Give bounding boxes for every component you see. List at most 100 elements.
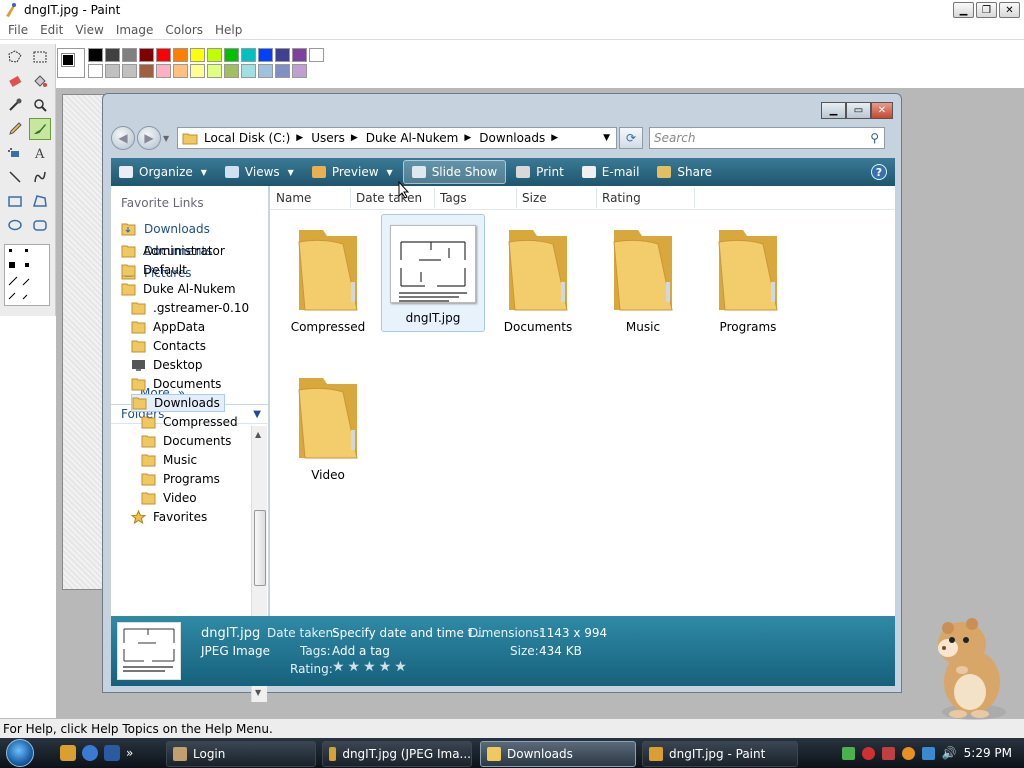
paint-canvas[interactable] xyxy=(62,94,104,590)
color-swatch[interactable] xyxy=(173,48,188,62)
color-swatch[interactable] xyxy=(258,48,273,62)
col-tags[interactable]: Tags xyxy=(440,191,467,205)
back-button[interactable]: ◀ xyxy=(111,126,135,150)
curve-tool-icon[interactable] xyxy=(29,166,51,188)
tree-downloads[interactable]: Downloads xyxy=(131,394,225,412)
tags-value[interactable]: Add a tag xyxy=(332,644,390,658)
breadcrumb-duke[interactable]: Duke Al-Nukem xyxy=(366,131,459,145)
tree-contacts[interactable]: Contacts xyxy=(131,337,206,355)
color-swatch[interactable] xyxy=(139,48,154,62)
color-swatch[interactable] xyxy=(258,64,273,78)
breadcrumb-separator-icon[interactable]: ▶ xyxy=(464,133,471,143)
color-swatches[interactable] xyxy=(88,48,325,82)
breadcrumb-separator-icon[interactable]: ▶ xyxy=(551,133,558,143)
search-tray-icon[interactable] xyxy=(901,746,915,760)
task-paint[interactable]: dngIT.jpg - Paint xyxy=(642,741,798,767)
color-swatch[interactable] xyxy=(122,64,137,78)
paint-quicklaunch-icon[interactable] xyxy=(60,745,76,761)
scroll-up-icon[interactable]: ▲ xyxy=(255,430,261,439)
color-swatch[interactable] xyxy=(224,48,239,62)
slideshow-button[interactable]: Slide Show xyxy=(402,160,507,184)
views-button[interactable]: Views ▼ xyxy=(217,160,302,184)
fill-bucket-icon[interactable] xyxy=(29,70,51,92)
file-item-compressed[interactable]: Compressed xyxy=(276,214,380,334)
search-input[interactable]: Search ⚲ xyxy=(649,127,885,149)
tree-video[interactable]: Video xyxy=(141,489,197,507)
color-swatch[interactable] xyxy=(105,48,120,62)
tree-administrator[interactable]: Administrator xyxy=(121,242,225,260)
airbrush-icon[interactable] xyxy=(4,142,26,164)
menu-file[interactable]: File xyxy=(8,23,28,37)
address-bar[interactable]: Local Disk (C:) ▶ Users ▶ Duke Al-Nukem ▶ D… xyxy=(177,127,617,149)
tree-compressed[interactable]: Compressed xyxy=(141,413,238,431)
tree-duke-al-nukem[interactable]: Duke Al-Nukem xyxy=(121,280,236,298)
clock[interactable]: 5:29 PM xyxy=(964,746,1012,760)
security-tray-icon[interactable] xyxy=(861,746,875,760)
color-swatch[interactable] xyxy=(292,48,307,62)
color-swatch[interactable] xyxy=(173,64,188,78)
color-swatch[interactable] xyxy=(241,48,256,62)
color-swatch[interactable] xyxy=(207,64,222,78)
task-login[interactable]: Login xyxy=(166,741,316,767)
explorer-close-button[interactable]: ✕ xyxy=(871,102,893,119)
network-tray-icon[interactable] xyxy=(841,746,855,760)
col-name[interactable]: Name xyxy=(276,191,311,205)
breadcrumb-local-disk[interactable]: Local Disk (C:) xyxy=(204,131,290,145)
explorer-minimize-button[interactable]: ▁ xyxy=(821,102,846,119)
share-button[interactable]: Share xyxy=(649,160,720,184)
fav-link-downloads[interactable]: Downloads xyxy=(121,220,210,238)
ellipse-tool-icon[interactable] xyxy=(4,214,26,236)
tree-programs[interactable]: Programs xyxy=(141,470,220,488)
menu-view[interactable]: View xyxy=(75,23,103,37)
paint-close-button[interactable]: ✕ xyxy=(999,2,1020,18)
polygon-tool-icon[interactable] xyxy=(29,190,51,212)
tree-appdata[interactable]: AppData xyxy=(131,318,205,336)
tree-default[interactable]: Default xyxy=(121,261,187,279)
rating-stars[interactable]: ★★★★★ xyxy=(332,659,410,675)
color-swatch[interactable] xyxy=(309,48,324,62)
tree-music[interactable]: Music xyxy=(141,451,197,469)
breadcrumb-separator-icon[interactable]: ▶ xyxy=(296,133,303,143)
rectangle-tool-icon[interactable] xyxy=(4,190,26,212)
magnifier-icon[interactable] xyxy=(29,94,51,116)
color-swatch[interactable] xyxy=(190,64,205,78)
tree-gstreamer[interactable]: .gstreamer-0.10 xyxy=(131,299,249,317)
color-swatch[interactable] xyxy=(122,48,137,62)
menu-colors[interactable]: Colors xyxy=(165,23,203,37)
address-dropdown-icon[interactable]: ▼ xyxy=(603,133,610,143)
text-tool-icon[interactable]: A xyxy=(29,142,51,164)
color-swatch[interactable] xyxy=(224,64,239,78)
help-icon[interactable]: ? xyxy=(871,164,887,180)
color-swatch[interactable] xyxy=(139,64,154,78)
rounded-rect-tool-icon[interactable] xyxy=(29,214,51,236)
color-swatch[interactable] xyxy=(207,48,222,62)
alert-tray-icon[interactable] xyxy=(881,746,895,760)
desktop-quicklaunch-icon[interactable] xyxy=(104,745,120,761)
forward-button[interactable]: ▶ xyxy=(137,126,161,150)
file-item-documents[interactable]: Documents xyxy=(486,214,590,334)
color-picker-icon[interactable] xyxy=(4,94,26,116)
date-taken-value[interactable]: Specify date and time t... xyxy=(332,626,484,640)
color-swatch[interactable] xyxy=(88,48,103,62)
volume-icon[interactable]: 🔊 xyxy=(942,746,957,760)
breadcrumb-users[interactable]: Users xyxy=(311,131,345,145)
paint-maximize-button[interactable]: ❐ xyxy=(976,2,997,18)
file-item-video[interactable]: Video xyxy=(276,362,380,482)
color-swatch[interactable] xyxy=(156,48,171,62)
color-swatch[interactable] xyxy=(156,64,171,78)
task-downloads[interactable]: Downloads xyxy=(480,741,636,767)
col-rating[interactable]: Rating xyxy=(602,191,641,205)
col-size[interactable]: Size xyxy=(522,191,547,205)
menu-help[interactable]: Help xyxy=(215,23,242,37)
menu-image[interactable]: Image xyxy=(116,23,154,37)
start-button[interactable] xyxy=(0,738,40,768)
col-date-taken[interactable]: Date taken xyxy=(356,191,422,205)
menu-edit[interactable]: Edit xyxy=(40,23,63,37)
connection-tray-icon[interactable] xyxy=(921,746,935,760)
color-swatch[interactable] xyxy=(241,64,256,78)
tree-sub-documents[interactable]: Documents xyxy=(141,432,231,450)
paint-minimize-button[interactable]: ▁ xyxy=(953,2,974,18)
tool-options-box[interactable] xyxy=(4,244,50,306)
brush-icon[interactable] xyxy=(29,118,51,140)
file-item-dngit-jpg[interactable]: dngIT.jpg xyxy=(381,214,485,332)
